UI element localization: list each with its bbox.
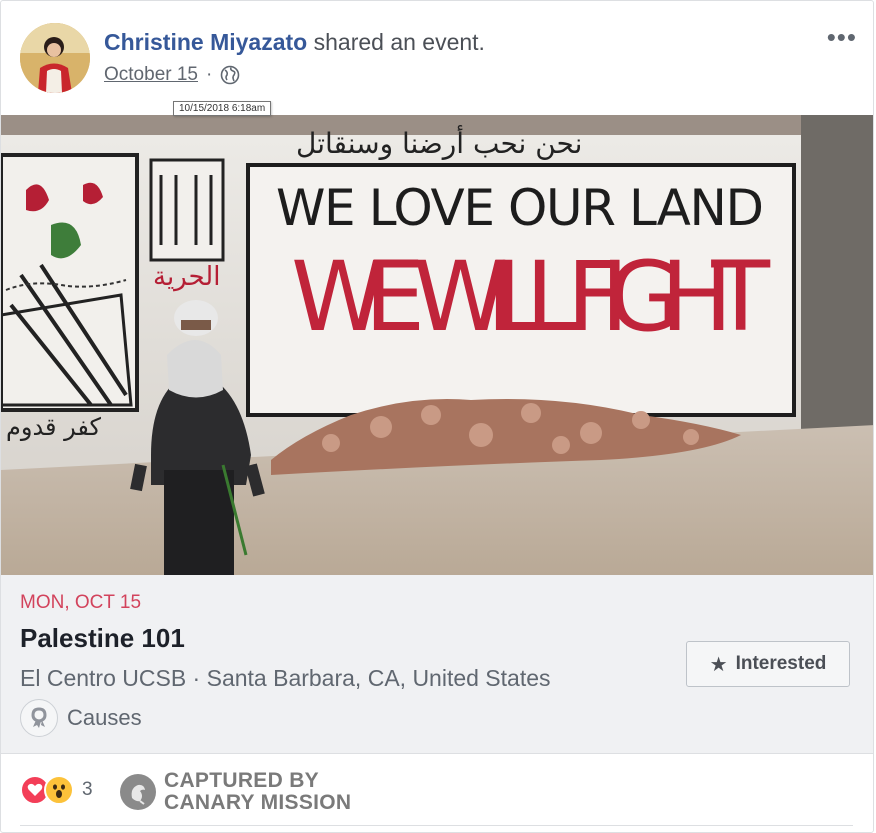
reactions-summary[interactable]: 3 [20,775,93,805]
star-icon: ★ [709,653,728,676]
ribbon-icon [20,699,58,737]
photo-arabic-top: نحن نحب أرضنا وسنقاتل [296,124,582,160]
photo-slogan-line2: WE WILL FIGHT [291,241,771,353]
canary-line1: CAPTURED BY [164,769,319,792]
photo-arabic-side: الحرية [153,262,220,292]
post-timestamp-link[interactable]: October 15 [104,64,198,86]
post-meta: October 15 · [104,64,240,86]
photo-arabic-bottom: كفر قدوم [6,413,102,441]
globe-icon[interactable] [220,65,240,85]
reaction-count: 3 [82,779,93,800]
wow-reaction-icon [44,775,74,805]
event-title-link[interactable]: Palestine 101 [20,623,185,654]
post-action-text: shared an event. [307,29,485,55]
event-date: MON, OCT 15 [20,592,142,613]
cover-photo-image: الحرية نحن نحب أرضنا وسنقاتل WE LOVE OUR… [1,115,873,575]
event-share-post: Christine Miyazato shared an event. Octo… [0,0,874,833]
event-category-label: Causes [67,705,142,730]
interested-button[interactable]: ★ Interested [686,641,850,687]
photo-slogan-line1: WE LOVE OUR LAND [276,179,766,237]
avatar-image [20,23,90,93]
post-footer: 3 CAPTURED BY CANARY MISSION [1,753,873,832]
event-location: El Centro UCSB · Santa Barbara, CA, Unit… [20,665,551,691]
event-cover-photo[interactable]: الحرية نحن نحب أرضنا وسنقاتل WE LOVE OUR… [1,115,873,575]
footer-divider [20,825,853,826]
interested-button-label: Interested [735,653,827,674]
author-name-link[interactable]: Christine Miyazato [104,29,307,55]
meta-separator: · [206,64,213,85]
canary-watermark-text: CAPTURED BY CANARY MISSION [164,770,351,814]
event-category: Causes [20,699,142,737]
timestamp-tooltip: 10/15/2018 6:18am [173,101,272,116]
canary-mission-watermark: CAPTURED BY CANARY MISSION [120,770,351,814]
canary-bird-icon [120,774,156,810]
post-header: Christine Miyazato shared an event. [104,29,485,56]
author-avatar[interactable] [20,23,90,93]
event-info-panel[interactable]: MON, OCT 15 Palestine 101 El Centro UCSB… [1,575,873,754]
more-options-icon[interactable]: ••• [827,24,857,50]
canary-line2: CANARY MISSION [164,791,352,814]
